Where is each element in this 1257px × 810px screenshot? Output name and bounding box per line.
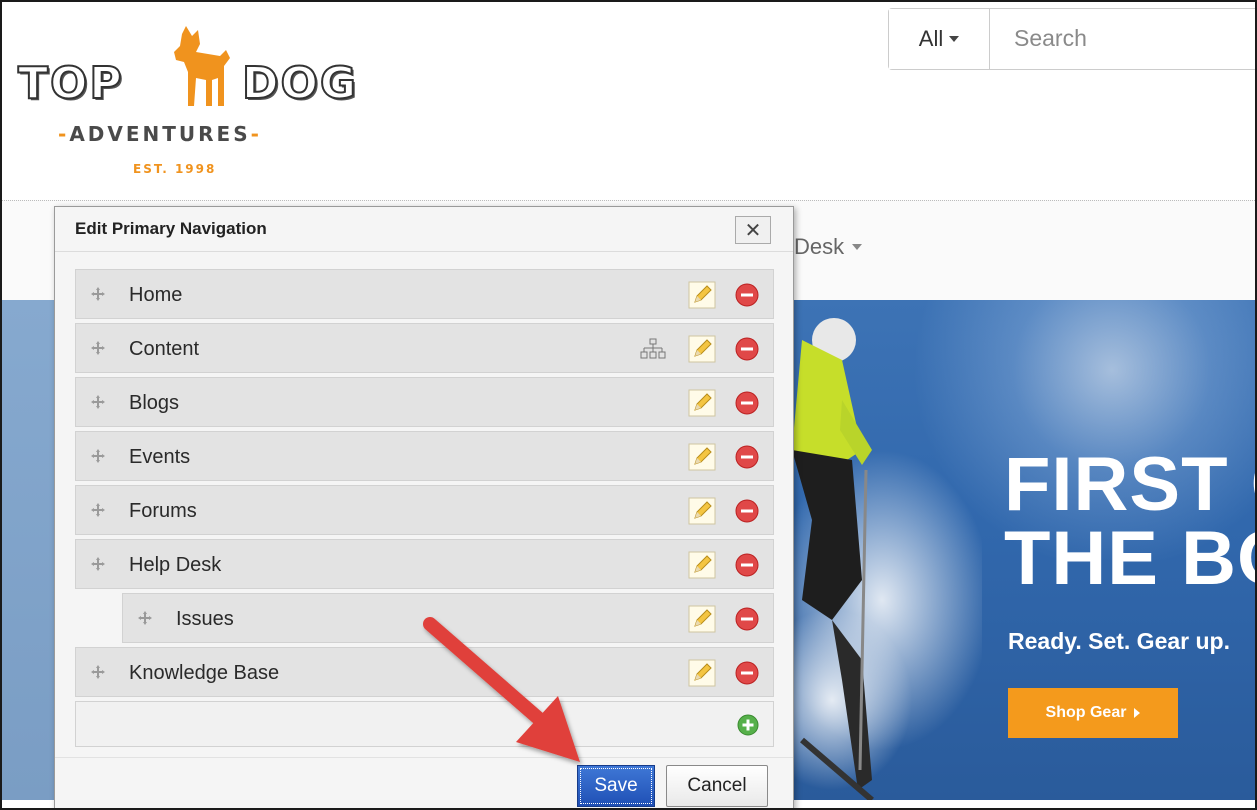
minus-circle-icon[interactable] — [735, 553, 759, 577]
nav-item-label: Desk — [794, 234, 845, 259]
close-button[interactable]: ✕ — [735, 216, 771, 244]
close-icon: ✕ — [744, 219, 762, 242]
nav-list-item-knowledge-base[interactable]: Knowledge Base — [75, 647, 774, 697]
move-handle-icon[interactable] — [90, 340, 106, 356]
pencil-icon[interactable] — [688, 389, 716, 417]
nav-item-label: Blogs — [129, 392, 180, 414]
nav-item-label: Content — [129, 338, 200, 360]
pencil-icon[interactable] — [688, 443, 716, 471]
move-handle-icon[interactable] — [90, 286, 106, 302]
pencil-icon[interactable] — [688, 335, 716, 363]
logo-established: EST. 1998 — [133, 162, 217, 176]
skier-image — [762, 318, 982, 800]
nav-item-label: Issues — [176, 608, 234, 630]
search-input[interactable] — [990, 9, 1255, 67]
logo-word-top: TOP — [17, 57, 124, 110]
search-group: All — [888, 8, 1255, 70]
minus-circle-icon[interactable] — [735, 607, 759, 631]
nav-list-item-home[interactable]: Home — [75, 269, 774, 319]
minus-circle-icon[interactable] — [735, 445, 759, 469]
hero-title: FIRST C THE BO — [1004, 442, 1255, 601]
divider — [55, 251, 793, 252]
nav-list-item-forums[interactable]: Forums — [75, 485, 774, 535]
minus-circle-icon[interactable] — [735, 661, 759, 685]
play-arrow-icon — [1134, 708, 1141, 718]
sitemap-icon[interactable] — [640, 337, 666, 361]
nav-item-label: Help Desk — [129, 554, 222, 576]
add-item-row — [75, 701, 774, 747]
nav-item-label: Knowledge Base — [129, 662, 280, 684]
move-handle-icon[interactable] — [90, 502, 106, 518]
shop-gear-label: Shop Gear — [1045, 704, 1127, 721]
pencil-icon[interactable] — [688, 659, 716, 687]
chevron-down-icon — [852, 244, 863, 250]
edit-navigation-dialog: Edit Primary Navigation ✕ Home Content B… — [54, 206, 794, 808]
chevron-down-icon — [949, 36, 960, 42]
logo-tagline: -ADVENTURES- — [58, 122, 262, 146]
pencil-icon[interactable] — [688, 497, 716, 525]
search-scope-dropdown[interactable]: All — [889, 9, 990, 69]
nav-item-help-desk[interactable]: Desk — [794, 234, 863, 260]
minus-circle-icon[interactable] — [735, 337, 759, 361]
logo-adventures-text: ADVENTURES — [69, 122, 251, 146]
move-handle-icon[interactable] — [137, 610, 153, 626]
nav-list-item-events[interactable]: Events — [75, 431, 774, 481]
hero-title-line2: THE BO — [1004, 516, 1255, 601]
divider — [55, 757, 793, 758]
nav-list-item-help-desk[interactable]: Help Desk — [75, 539, 774, 589]
shop-gear-button[interactable]: Shop Gear — [1008, 688, 1178, 738]
nav-item-label: Forums — [129, 500, 197, 522]
move-handle-icon[interactable] — [90, 448, 106, 464]
hero-edge — [2, 300, 58, 800]
nav-list-item-blogs[interactable]: Blogs — [75, 377, 774, 427]
nav-list-item-content[interactable]: Content — [75, 323, 774, 373]
move-handle-icon[interactable] — [90, 664, 106, 680]
pencil-icon[interactable] — [688, 551, 716, 579]
navigation-item-list: Home Content Blogs Events Forums Help De… — [75, 269, 774, 747]
nav-list-item-issues[interactable]: Issues — [122, 593, 774, 643]
move-handle-icon[interactable] — [90, 556, 106, 572]
dog-logo-icon — [174, 26, 230, 106]
pencil-icon[interactable] — [688, 605, 716, 633]
minus-circle-icon[interactable] — [735, 283, 759, 307]
nav-item-label: Events — [129, 446, 191, 468]
cancel-button[interactable]: Cancel — [666, 765, 768, 807]
plus-circle-icon[interactable] — [737, 714, 759, 736]
move-handle-icon[interactable] — [90, 394, 106, 410]
minus-circle-icon[interactable] — [735, 391, 759, 415]
dialog-title: Edit Primary Navigation — [75, 219, 267, 238]
hero-title-line1: FIRST C — [1004, 442, 1255, 527]
pencil-icon[interactable] — [688, 281, 716, 309]
logo-word-dog: DOG — [241, 57, 359, 110]
site-logo[interactable]: TOP DOG -ADVENTURES- EST. 1998 — [17, 22, 388, 182]
nav-item-label: Home — [129, 284, 183, 306]
save-button[interactable]: Save — [577, 765, 655, 807]
hero-subtitle: Ready. Set. Gear up. — [1008, 628, 1230, 654]
search-scope-label: All — [918, 26, 944, 51]
browser-viewport: TOP DOG -ADVENTURES- EST. 1998 All Desk — [0, 0, 1257, 810]
minus-circle-icon[interactable] — [735, 499, 759, 523]
